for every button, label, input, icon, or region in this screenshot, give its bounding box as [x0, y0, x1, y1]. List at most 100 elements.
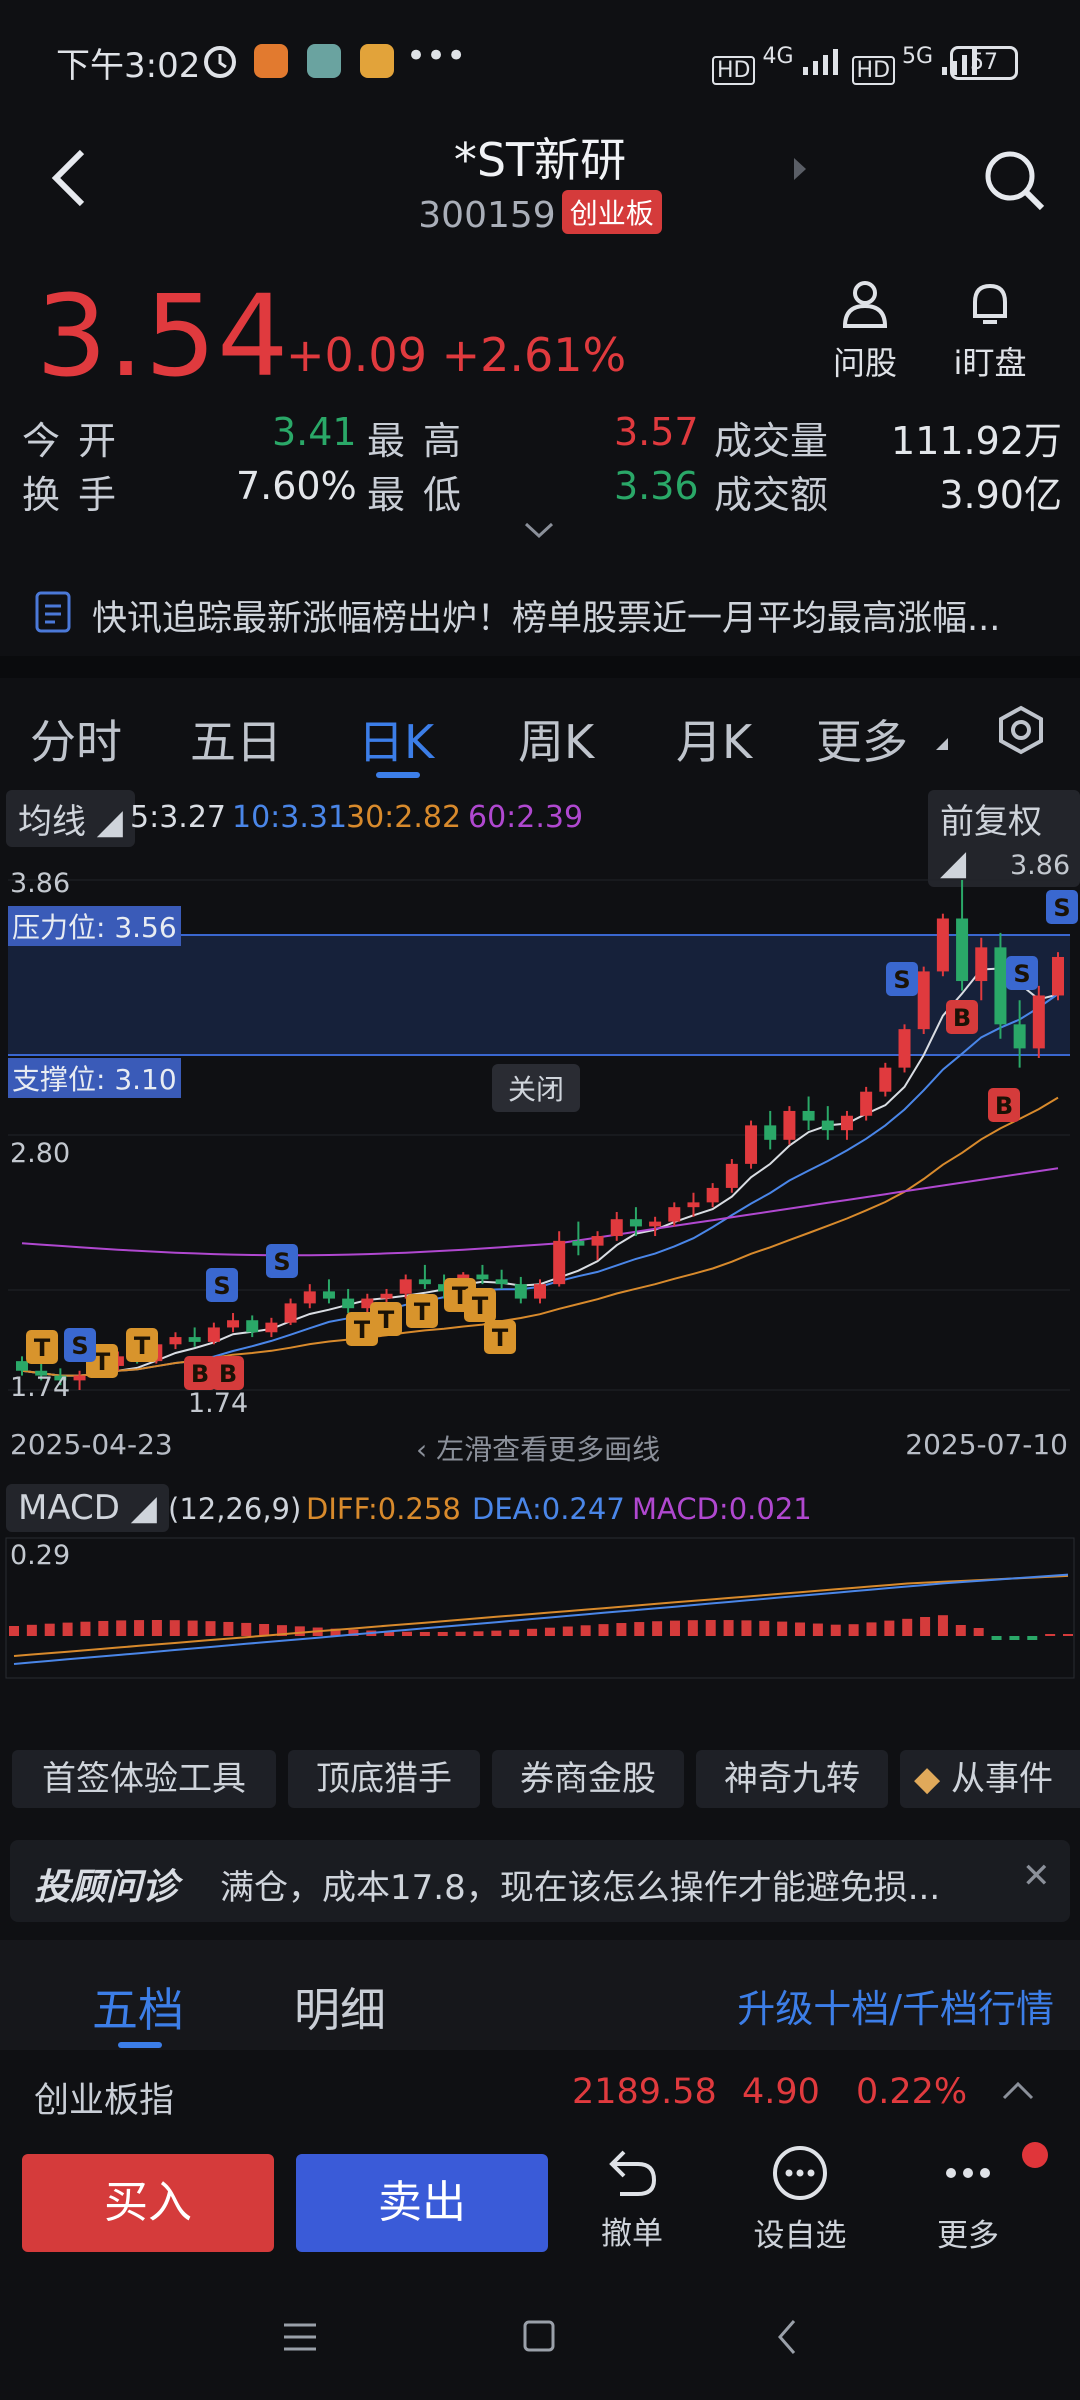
- ma60-value: 60:2.39: [468, 800, 584, 835]
- signal-badge-label: S: [1053, 894, 1070, 922]
- signal-badge-label: T: [34, 1334, 51, 1362]
- alarm-icon: [200, 40, 240, 84]
- amount-value: 3.90亿: [939, 473, 1062, 517]
- chip-first-sign-tool[interactable]: 首签体验工具: [12, 1750, 276, 1808]
- more-circle-icon: [773, 2146, 827, 2200]
- chip-broker-gold[interactable]: 券商金股: [492, 1750, 684, 1808]
- macd-bar: [1045, 1634, 1056, 1636]
- sell-button[interactable]: 卖出: [296, 2154, 548, 2252]
- candle-body: [687, 1202, 700, 1208]
- upgrade-link[interactable]: 升级十档/千档行情: [737, 1978, 1054, 2033]
- macd-top-label: 0.29: [10, 1540, 71, 1571]
- cancel-order-button[interactable]: 撤单: [582, 2144, 682, 2253]
- chip-from-event[interactable]: ◆ 从事件: [900, 1750, 1080, 1808]
- ask-stock-button[interactable]: 问股: [820, 278, 910, 384]
- ma-selector[interactable]: 均线 ◢: [6, 790, 135, 847]
- kline-chart[interactable]: TTTTTTTTTSSSSSSBBBB 3.86 压力位: 3.56 支撑位: …: [0, 850, 1080, 1419]
- advisor-banner[interactable]: 投顾问诊 满仓，成本17.8，现在该怎么操作才能避免损... ✕: [10, 1840, 1070, 1922]
- ma-selector-label: 均线: [18, 802, 86, 842]
- macd-chart[interactable]: 0.29: [0, 1532, 1080, 1682]
- candle-body: [188, 1337, 201, 1342]
- macd-params: (12,26,9): [168, 1492, 302, 1526]
- chart-period-tabs: 分时 五日 日K 周K 月K 更多: [0, 680, 1080, 780]
- active-tab-underline: [376, 772, 420, 778]
- candle-body: [956, 918, 969, 982]
- index-value: 2189.58: [572, 2072, 717, 2112]
- news-doc-icon: [34, 590, 72, 638]
- menu-icon[interactable]: [280, 2319, 320, 2355]
- search-icon[interactable]: [980, 146, 1050, 216]
- tab-five-levels[interactable]: 五档: [92, 1974, 184, 2040]
- macd-legend: MACD ◢ (12,26,9) DIFF:0.258 DEA:0.247 MA…: [0, 1484, 1080, 1532]
- macd-bar: [455, 1631, 466, 1636]
- signal-badge-label: B: [953, 1004, 971, 1032]
- battery-icon: 57: [950, 46, 1018, 80]
- chevron-up-icon[interactable]: [1000, 2078, 1036, 2102]
- candle-body: [629, 1219, 642, 1227]
- more-button[interactable]: 更多: [918, 2144, 1018, 2255]
- change-value: +0.09: [286, 328, 427, 382]
- macd-bar: [419, 1631, 430, 1636]
- home-icon[interactable]: [520, 2317, 560, 2357]
- settings-hexagon-icon[interactable]: [996, 704, 1046, 760]
- watch-button[interactable]: i盯盘: [940, 278, 1040, 384]
- chip-magic-nine[interactable]: 神奇九转: [696, 1750, 888, 1808]
- person-icon: [842, 281, 888, 328]
- start-date: 2025-04-23: [10, 1428, 173, 1461]
- signal-badge-label: T: [472, 1292, 489, 1320]
- tab-intraday[interactable]: 分时: [30, 706, 122, 772]
- max-price-marker: 3.86: [1010, 850, 1071, 881]
- next-stock-arrow-icon[interactable]: [790, 154, 810, 188]
- signal-badge-label: T: [354, 1316, 371, 1344]
- tab-monthly-k[interactable]: 月K: [676, 706, 752, 772]
- candle-body: [227, 1320, 240, 1328]
- low-value: 3.36: [614, 464, 699, 508]
- news-ticker[interactable]: 快讯追踪最新涨幅榜出炉！榜单股票近一月平均最高涨幅...: [0, 570, 1080, 656]
- tab-daily-k[interactable]: 日K: [358, 706, 434, 772]
- news-text: 快讯追踪最新涨幅榜出炉！榜单股票近一月平均最高涨幅...: [92, 599, 1001, 639]
- add-favorite-button[interactable]: 设自选: [740, 2144, 860, 2255]
- macd-bar: [26, 1624, 37, 1636]
- signal-badge-label: S: [213, 1272, 230, 1300]
- macd-bar: [44, 1623, 55, 1636]
- macd-bar: [437, 1631, 448, 1636]
- macd-bar: [955, 1625, 966, 1636]
- signal-badge-label: B: [995, 1092, 1013, 1120]
- close-icon[interactable]: ✕: [1022, 1856, 1051, 1896]
- signal-badge-label: T: [378, 1306, 395, 1334]
- turnover-label: 换手: [22, 473, 135, 517]
- candle-body: [725, 1163, 738, 1188]
- macd-bar: [402, 1631, 413, 1636]
- candle-body: [879, 1067, 892, 1092]
- stock-name: *ST新研: [453, 133, 627, 187]
- tab-more[interactable]: 更多: [816, 706, 908, 772]
- date-axis: 2025-04-23 ‹ 左滑查看更多画线 2025-07-10: [0, 1424, 1080, 1466]
- open-label: 今开: [22, 419, 135, 463]
- ellipsis-icon: [946, 2168, 990, 2178]
- buy-button[interactable]: 买入: [22, 2154, 274, 2252]
- candle-body: [380, 1293, 393, 1299]
- more-label: 更多: [937, 2218, 999, 2254]
- price-label-top: 3.86: [10, 868, 71, 899]
- signal-badge-label: B: [191, 1360, 209, 1388]
- candle-body: [534, 1284, 546, 1299]
- tab-five-day[interactable]: 五日: [190, 706, 282, 772]
- macd-selector[interactable]: MACD ◢: [6, 1484, 169, 1532]
- macd-bar: [294, 1626, 305, 1636]
- macd-bar: [777, 1621, 788, 1636]
- chip-top-bottom-hunter[interactable]: 顶底猎手: [288, 1750, 480, 1808]
- price-label-low: 1.74: [10, 1372, 71, 1403]
- index-row[interactable]: 创业板指 2189.58 4.90 0.22%: [0, 2060, 1080, 2130]
- macd-bar: [652, 1621, 663, 1636]
- stock-code-row: 300159 创业板: [0, 190, 1080, 236]
- high-value: 3.57: [614, 410, 699, 454]
- signal-4g-label: 4G: [762, 44, 794, 69]
- close-zone-button[interactable]: 关闭: [492, 1064, 581, 1112]
- tab-details[interactable]: 明细: [294, 1974, 386, 2040]
- back-nav-icon[interactable]: [774, 2317, 802, 2357]
- candle-body: [1013, 1024, 1026, 1049]
- tab-weekly-k[interactable]: 周K: [518, 706, 594, 772]
- ma30-value: 30:2.82: [346, 800, 462, 835]
- stock-header: *ST新研 300159 创业板: [0, 124, 1080, 254]
- expand-chevron-icon[interactable]: [522, 520, 556, 544]
